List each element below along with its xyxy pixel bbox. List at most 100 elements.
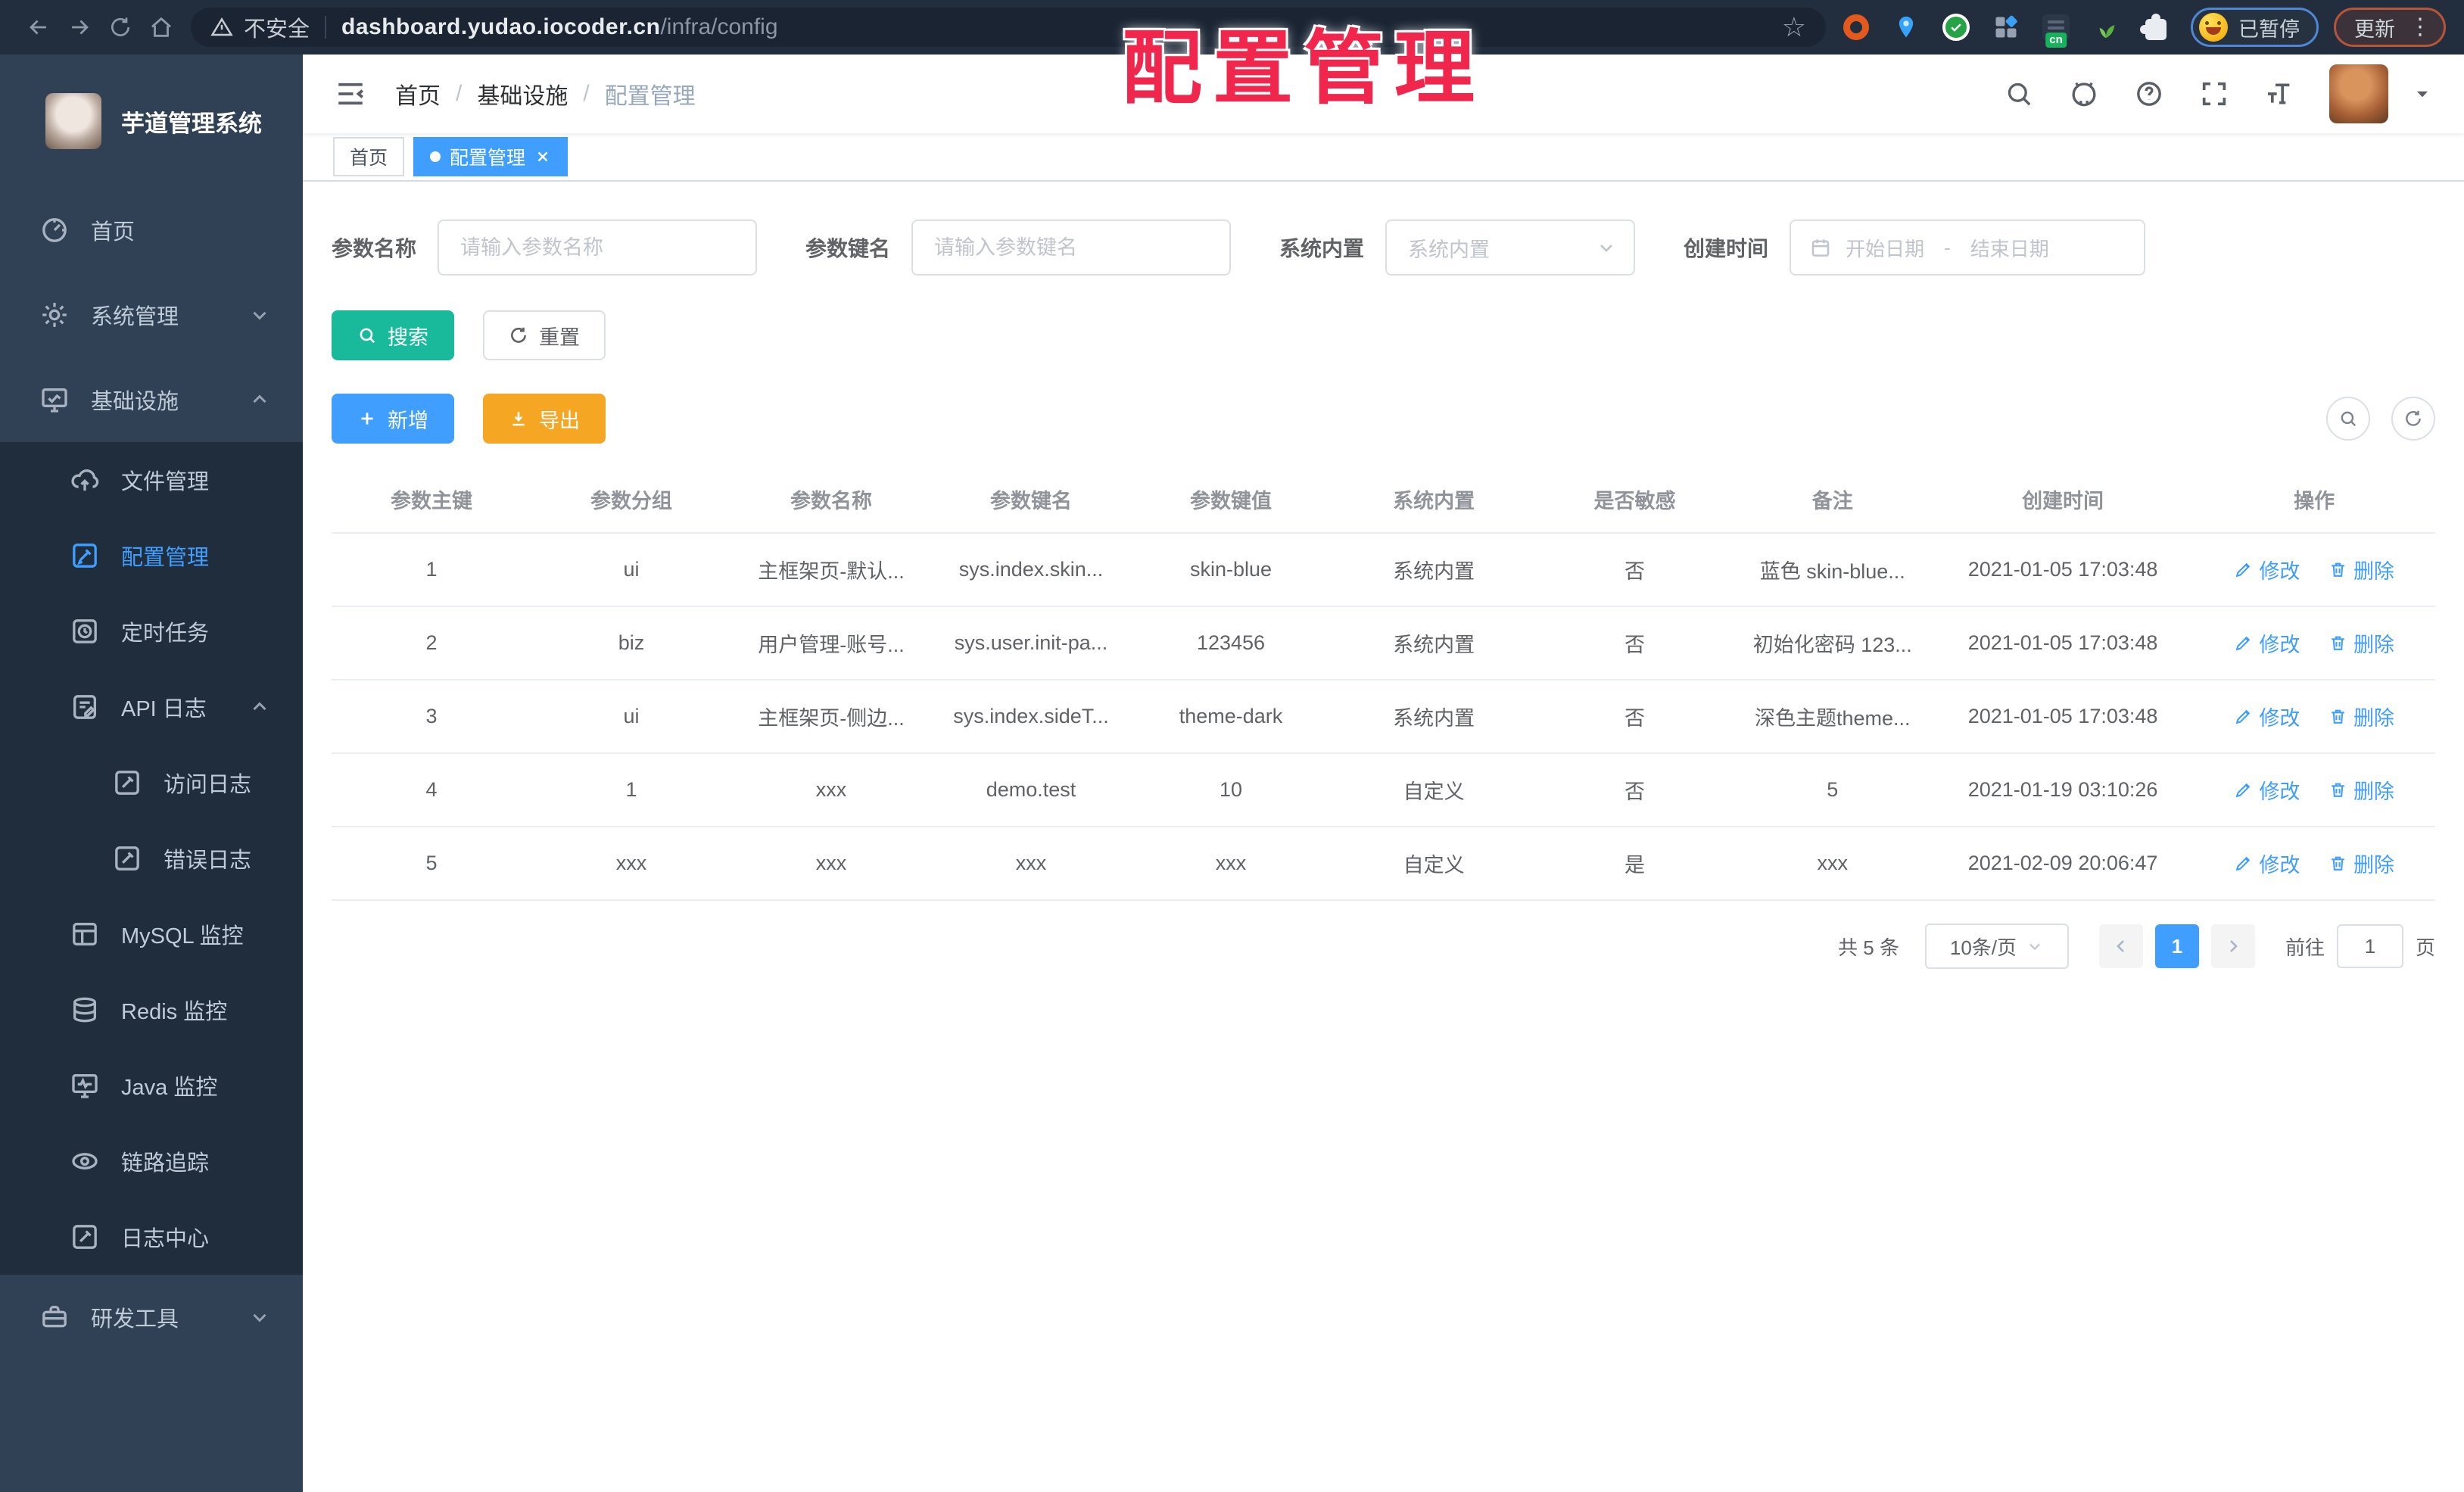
extension-grid-icon[interactable] xyxy=(1991,11,2021,43)
sidebar-item-tracing[interactable]: 链路追踪 xyxy=(0,1123,303,1199)
sidebar-item-scheduled-tasks[interactable]: 定时任务 xyxy=(0,593,303,669)
next-page-button[interactable] xyxy=(2210,924,2255,968)
browser-update-button[interactable]: 更新 ⋮ xyxy=(2334,8,2446,47)
goto-label: 前往 xyxy=(2285,936,2325,959)
sidebar-item-label: API 日志 xyxy=(121,697,207,721)
cell: 用户管理-账号... xyxy=(731,606,931,681)
extensions-puzzle-icon[interactable] xyxy=(2140,11,2171,43)
param-key-input[interactable] xyxy=(911,220,1232,276)
sidebar-item-api-logs[interactable]: API 日志 xyxy=(0,669,303,745)
edit-link[interactable]: 修改 xyxy=(2234,555,2300,584)
extension-plant-icon[interactable] xyxy=(2091,11,2121,43)
reset-button[interactable]: 重置 xyxy=(483,310,606,360)
sidebar-item-config-management[interactable]: 配置管理 xyxy=(0,518,303,593)
extension-orange-ring-icon[interactable] xyxy=(1841,11,1871,43)
profile-paused-pill[interactable]: 已暂停 xyxy=(2191,8,2319,47)
app-logo-row[interactable]: 芋道管理系统 xyxy=(0,55,303,188)
param-key-label: 参数键名 xyxy=(805,237,891,260)
help-icon[interactable] xyxy=(2134,79,2164,109)
url-domain: dashboard.yudao.iocoder.cn xyxy=(341,14,661,39)
delete-link[interactable]: 删除 xyxy=(2328,775,2394,805)
sidebar-item-java-monitor[interactable]: Java 监控 xyxy=(0,1048,303,1123)
cell: 2021-01-05 17:03:48 xyxy=(1932,533,2194,607)
cell: 否 xyxy=(1537,533,1733,607)
address-bar[interactable]: 不安全 dashboard.yudao.iocoder.cn /infra/co… xyxy=(191,8,1826,47)
delete-link[interactable]: 删除 xyxy=(2328,628,2394,658)
edit-link[interactable]: 修改 xyxy=(2234,849,2300,878)
sidebar-item-file-management[interactable]: 文件管理 xyxy=(0,442,303,518)
sidebar-item-log-center[interactable]: 日志中心 xyxy=(0,1199,303,1275)
user-avatar[interactable] xyxy=(2329,64,2388,123)
search-button[interactable]: 搜索 xyxy=(332,310,454,360)
chevron-down-icon xyxy=(1596,237,1617,258)
system-builtin-select[interactable]: 系统内置 xyxy=(1385,220,1636,276)
sidebar-item-system-management[interactable]: 系统管理 xyxy=(0,273,303,357)
row-actions: 修改 删除 xyxy=(2193,680,2435,754)
tag-config-management[interactable]: 配置管理 xyxy=(413,137,568,176)
refresh-table-button[interactable] xyxy=(2391,397,2435,441)
sidebar-item-label: 错误日志 xyxy=(164,849,252,873)
browser-reload-button[interactable] xyxy=(100,7,141,48)
add-button[interactable]: 新增 xyxy=(332,394,454,444)
eye-icon xyxy=(70,1146,100,1176)
delete-link[interactable]: 删除 xyxy=(2328,702,2394,731)
cell: 10 xyxy=(1131,753,1331,827)
breadcrumb-infrastructure[interactable]: 基础设施 xyxy=(477,77,568,111)
extension-green-check-icon[interactable] xyxy=(1941,11,1971,43)
avatar-caret-down-icon[interactable] xyxy=(2413,84,2432,104)
menu-fold-icon[interactable] xyxy=(335,78,366,110)
delete-link[interactable]: 删除 xyxy=(2328,555,2394,584)
edit-link[interactable]: 修改 xyxy=(2234,628,2300,658)
prev-page-button[interactable] xyxy=(2098,924,2143,968)
chevron-left-icon xyxy=(2112,937,2130,955)
cell: xxx xyxy=(931,827,1131,901)
bookmark-star-icon[interactable]: ☆ xyxy=(1782,14,1806,41)
export-button[interactable]: 导出 xyxy=(483,394,606,444)
browser-menu-kebab-icon[interactable]: ⋮ xyxy=(2409,16,2431,39)
browser-forward-button[interactable] xyxy=(59,7,100,48)
breadcrumb-home[interactable]: 首页 xyxy=(395,77,441,111)
update-label: 更新 xyxy=(2354,17,2395,41)
cell: 4 xyxy=(332,753,531,827)
current-page-button[interactable]: 1 xyxy=(2154,924,2199,968)
extension-pin-icon[interactable] xyxy=(1891,11,1921,43)
url-path: /infra/config xyxy=(660,14,778,39)
sidebar-item-dev-tools[interactable]: 研发工具 xyxy=(0,1275,303,1360)
edit-link[interactable]: 修改 xyxy=(2234,702,2300,731)
delete-link[interactable]: 删除 xyxy=(2328,849,2394,878)
github-icon[interactable] xyxy=(2069,79,2099,109)
sidebar-item-access-logs[interactable]: 访问日志 xyxy=(0,745,303,821)
edit-link[interactable]: 修改 xyxy=(2234,775,2300,805)
page-size-select[interactable]: 10条/页 xyxy=(1924,924,2069,969)
cell: 2021-01-19 03:10:26 xyxy=(1932,753,2194,827)
sidebar-item-label: 日志中心 xyxy=(121,1227,210,1251)
column-header: 系统内置 xyxy=(1331,469,1537,534)
cell: 5 xyxy=(332,827,531,901)
param-name-input[interactable] xyxy=(438,220,758,276)
clock-square-icon xyxy=(70,616,100,646)
edit-pencil-icon xyxy=(2234,707,2253,726)
edit-pencil-icon xyxy=(2234,634,2253,653)
date-range-picker[interactable]: 开始日期 - 结束日期 xyxy=(1790,220,2146,276)
fullscreen-icon[interactable] xyxy=(2199,79,2229,109)
close-icon[interactable] xyxy=(534,148,551,165)
column-header: 备注 xyxy=(1732,469,1933,534)
font-size-icon[interactable] xyxy=(2264,79,2294,109)
column-header: 参数名称 xyxy=(731,469,931,534)
sidebar-item-infrastructure[interactable]: 基础设施 xyxy=(0,357,303,442)
browser-back-button[interactable] xyxy=(18,7,59,48)
extension-cn-translate-icon[interactable]: cn xyxy=(2041,11,2071,48)
cell: xxx xyxy=(731,827,931,901)
pagination: 共 5 条 10条/页 1 前往 页 xyxy=(332,924,2435,969)
sidebar-item-error-logs[interactable]: 错误日志 xyxy=(0,821,303,896)
sidebar-item-mysql-monitor[interactable]: MySQL 监控 xyxy=(0,896,303,972)
sidebar-item-redis-monitor[interactable]: Redis 监控 xyxy=(0,972,303,1048)
search-icon[interactable] xyxy=(2004,79,2034,109)
tag-home[interactable]: 首页 xyxy=(333,137,405,176)
goto-page-input[interactable] xyxy=(2336,924,2403,968)
monitor-icon xyxy=(39,385,70,415)
security-label[interactable]: 不安全 xyxy=(244,11,310,43)
toggle-search-button[interactable] xyxy=(2326,397,2370,441)
browser-home-button[interactable] xyxy=(141,7,182,48)
sidebar-item-home[interactable]: 首页 xyxy=(0,188,303,273)
